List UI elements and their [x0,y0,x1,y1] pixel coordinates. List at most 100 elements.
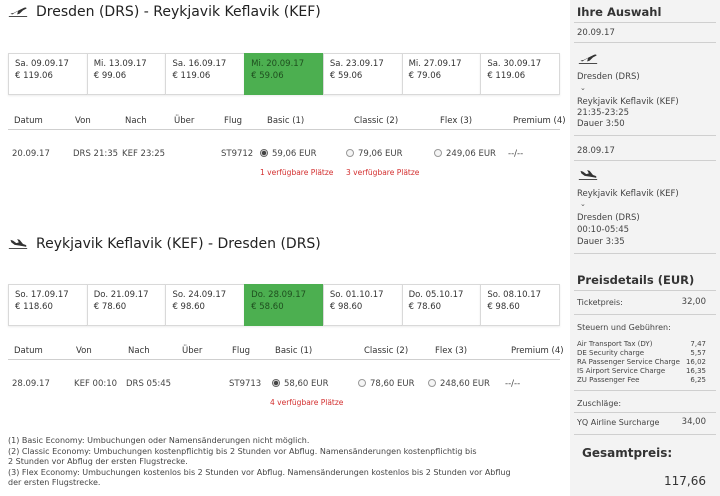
inbound-date-2[interactable]: So. 24.09.17 € 98.60 [165,284,245,326]
date-price: € 79.06 [408,71,442,81]
selection-sidebar: Ihre Auswahl 20.09.17 Dresden (DRS) ⌄ Re… [570,0,720,496]
cell-von: KEF 00:10 [74,379,118,389]
outbound-duration: Dauer 3:50 [577,119,625,129]
date-label: Do. 05.10.17 [408,290,464,300]
sidebar-title: Ihre Auswahl [577,5,662,19]
return-from: Reykjavik Keflavik (KEF) [577,189,679,199]
footnote-1: (1) Basic Economy: Umbuchungen oder Name… [8,436,310,445]
radio-icon[interactable] [358,379,366,387]
tax-name: RA Passenger Service Charge [577,358,680,366]
footnote-2: (2) Classic Economy: Umbuchungen kostenp… [8,446,477,456]
inbound-date-3[interactable]: Do. 28.09.17 € 58.60 [244,284,323,326]
inbound-date-4[interactable]: So. 01.10.17 € 98.60 [322,284,402,326]
date-price: € 119.06 [172,71,211,81]
tax-value: 7,47 [690,340,706,348]
col-nach: Nach [128,346,150,356]
date-price: € 99.06 [93,71,127,81]
date-price: € 78.60 [93,302,127,312]
radio-selected-icon[interactable] [272,379,280,387]
inbound-date-6[interactable]: So. 08.10.17 € 98.60 [480,284,561,326]
col-nach: Nach [125,116,147,126]
date-label: So. 24.09.17 [172,290,227,300]
date-label: Sa. 30.09.17 [487,59,542,69]
date-label: Do. 21.09.17 [93,290,149,300]
fare-classic-price: 78,60 EUR [370,379,415,389]
outbound-date-5[interactable]: Mi. 27.09.17 € 79.06 [401,53,481,95]
outbound-date-6[interactable]: Sa. 30.09.17 € 119.06 [480,53,561,95]
col-ueber: Über [182,346,203,356]
col-basic: Basic (1) [267,116,305,126]
date-label: Mi. 27.09.17 [408,59,462,69]
outbound-time: 21:35-23:25 [577,108,630,118]
divider [574,135,716,136]
col-flex: Flex (3) [440,116,473,126]
fare-basic-option[interactable]: 58,60 EUR [272,379,329,389]
tax-name: Air Transport Tax (DY) [577,340,653,348]
date-label: So. 17.09.17 [15,290,69,300]
date-label: So. 01.10.17 [329,290,384,300]
date-label: Sa. 16.09.17 [172,59,227,69]
date-price: € 98.60 [487,302,520,312]
date-label: Do. 28.09.17 [251,290,307,300]
fare-basic-option[interactable]: 59,06 EUR [260,149,317,159]
date-price: € 59.06 [251,71,284,81]
fare-flex-option[interactable]: 249,06 EUR [434,149,496,159]
tax-name: IS Airport Service Charge [577,367,666,375]
availability-classic: 3 verfügbare Plätze [346,168,420,177]
divider [574,314,716,315]
ticket-price-value: 32,00 [681,297,706,307]
fare-premium-price: --/-- [508,149,524,159]
table-row[interactable]: 28.09.17 KEF 00:10 DRS 05:45 ST9713 58,6… [8,372,560,394]
footnote-2-cont: 2 Stunden vor Abflug der ersten Flugstre… [8,457,188,466]
inbound-date-1[interactable]: Do. 21.09.17 € 78.60 [86,284,166,326]
plane-takeoff-icon [578,54,598,64]
outbound-date-4[interactable]: Sa. 23.09.17 € 59.06 [322,53,402,95]
divider [574,22,716,23]
fare-basic-price: 58,60 EUR [284,379,329,389]
tax-name: ZU Passenger Fee [577,376,640,384]
return-duration: Dauer 3:35 [577,237,625,247]
radio-selected-icon[interactable] [260,149,268,157]
outbound-date: 20.09.17 [577,28,615,38]
surcharge-name: YQ Airline Surcharge [577,418,660,427]
fare-classic-option[interactable]: 79,06 EUR [346,149,403,159]
inbound-title: Reykjavik Keflavik (KEF) - Dresden (DRS) [36,236,321,252]
surcharge-label: Zuschläge: [577,399,622,408]
table-row[interactable]: 20.09.17 DRS 21:35 KEF 23:25 ST9712 59,0… [8,142,560,164]
fare-flex-option[interactable]: 248,60 EUR [428,379,490,389]
outbound-date-1[interactable]: Mi. 13.09.17 € 99.06 [86,53,166,95]
outbound-date-3[interactable]: Mi. 20.09.17 € 59.06 [244,53,323,95]
radio-icon[interactable] [428,379,436,387]
date-label: Mi. 20.09.17 [251,59,305,69]
divider [574,290,716,291]
inbound-date-5[interactable]: Do. 05.10.17 € 78.60 [401,284,481,326]
outbound-header: Dresden (DRS) - Reykjavik Keflavik (KEF) [8,4,321,20]
col-datum: Datum [14,346,43,356]
chevron-down-icon: ⌄ [580,200,586,208]
chevron-down-icon: ⌄ [580,84,586,92]
outbound-flight-table: Datum Von Nach Über Flug Basic (1) Class… [8,112,566,177]
date-price: € 119.06 [15,71,53,81]
outbound-date-0[interactable]: Sa. 09.09.17 € 119.06 [8,53,87,95]
col-ueber: Über [174,116,195,126]
date-label: Sa. 23.09.17 [329,59,384,69]
date-price: € 78.60 [408,302,442,312]
col-premium: Premium (4) [513,116,566,126]
col-classic: Classic (2) [364,346,409,356]
taxes-label: Steuern und Gebühren: [577,323,671,332]
col-flex: Flex (3) [435,346,468,356]
fare-classic-option[interactable]: 78,60 EUR [358,379,415,389]
radio-icon[interactable] [346,149,354,157]
tax-value: 5,57 [690,349,706,357]
cell-datum: 20.09.17 [12,149,50,159]
outbound-date-2[interactable]: Sa. 16.09.17 € 119.06 [165,53,245,95]
date-price: € 98.60 [329,302,363,312]
divider [574,160,716,161]
availability-basic: 4 verfügbare Plätze [270,398,344,407]
outbound-date-strip: Sa. 09.09.17 € 119.06 Mi. 13.09.17 € 99.06… [8,53,561,95]
inbound-date-0[interactable]: So. 17.09.17 € 118.60 [8,284,87,326]
surcharge-value: 34,00 [681,417,706,427]
radio-icon[interactable] [434,149,442,157]
col-basic: Basic (1) [275,346,313,356]
plane-landing-icon [578,170,598,180]
